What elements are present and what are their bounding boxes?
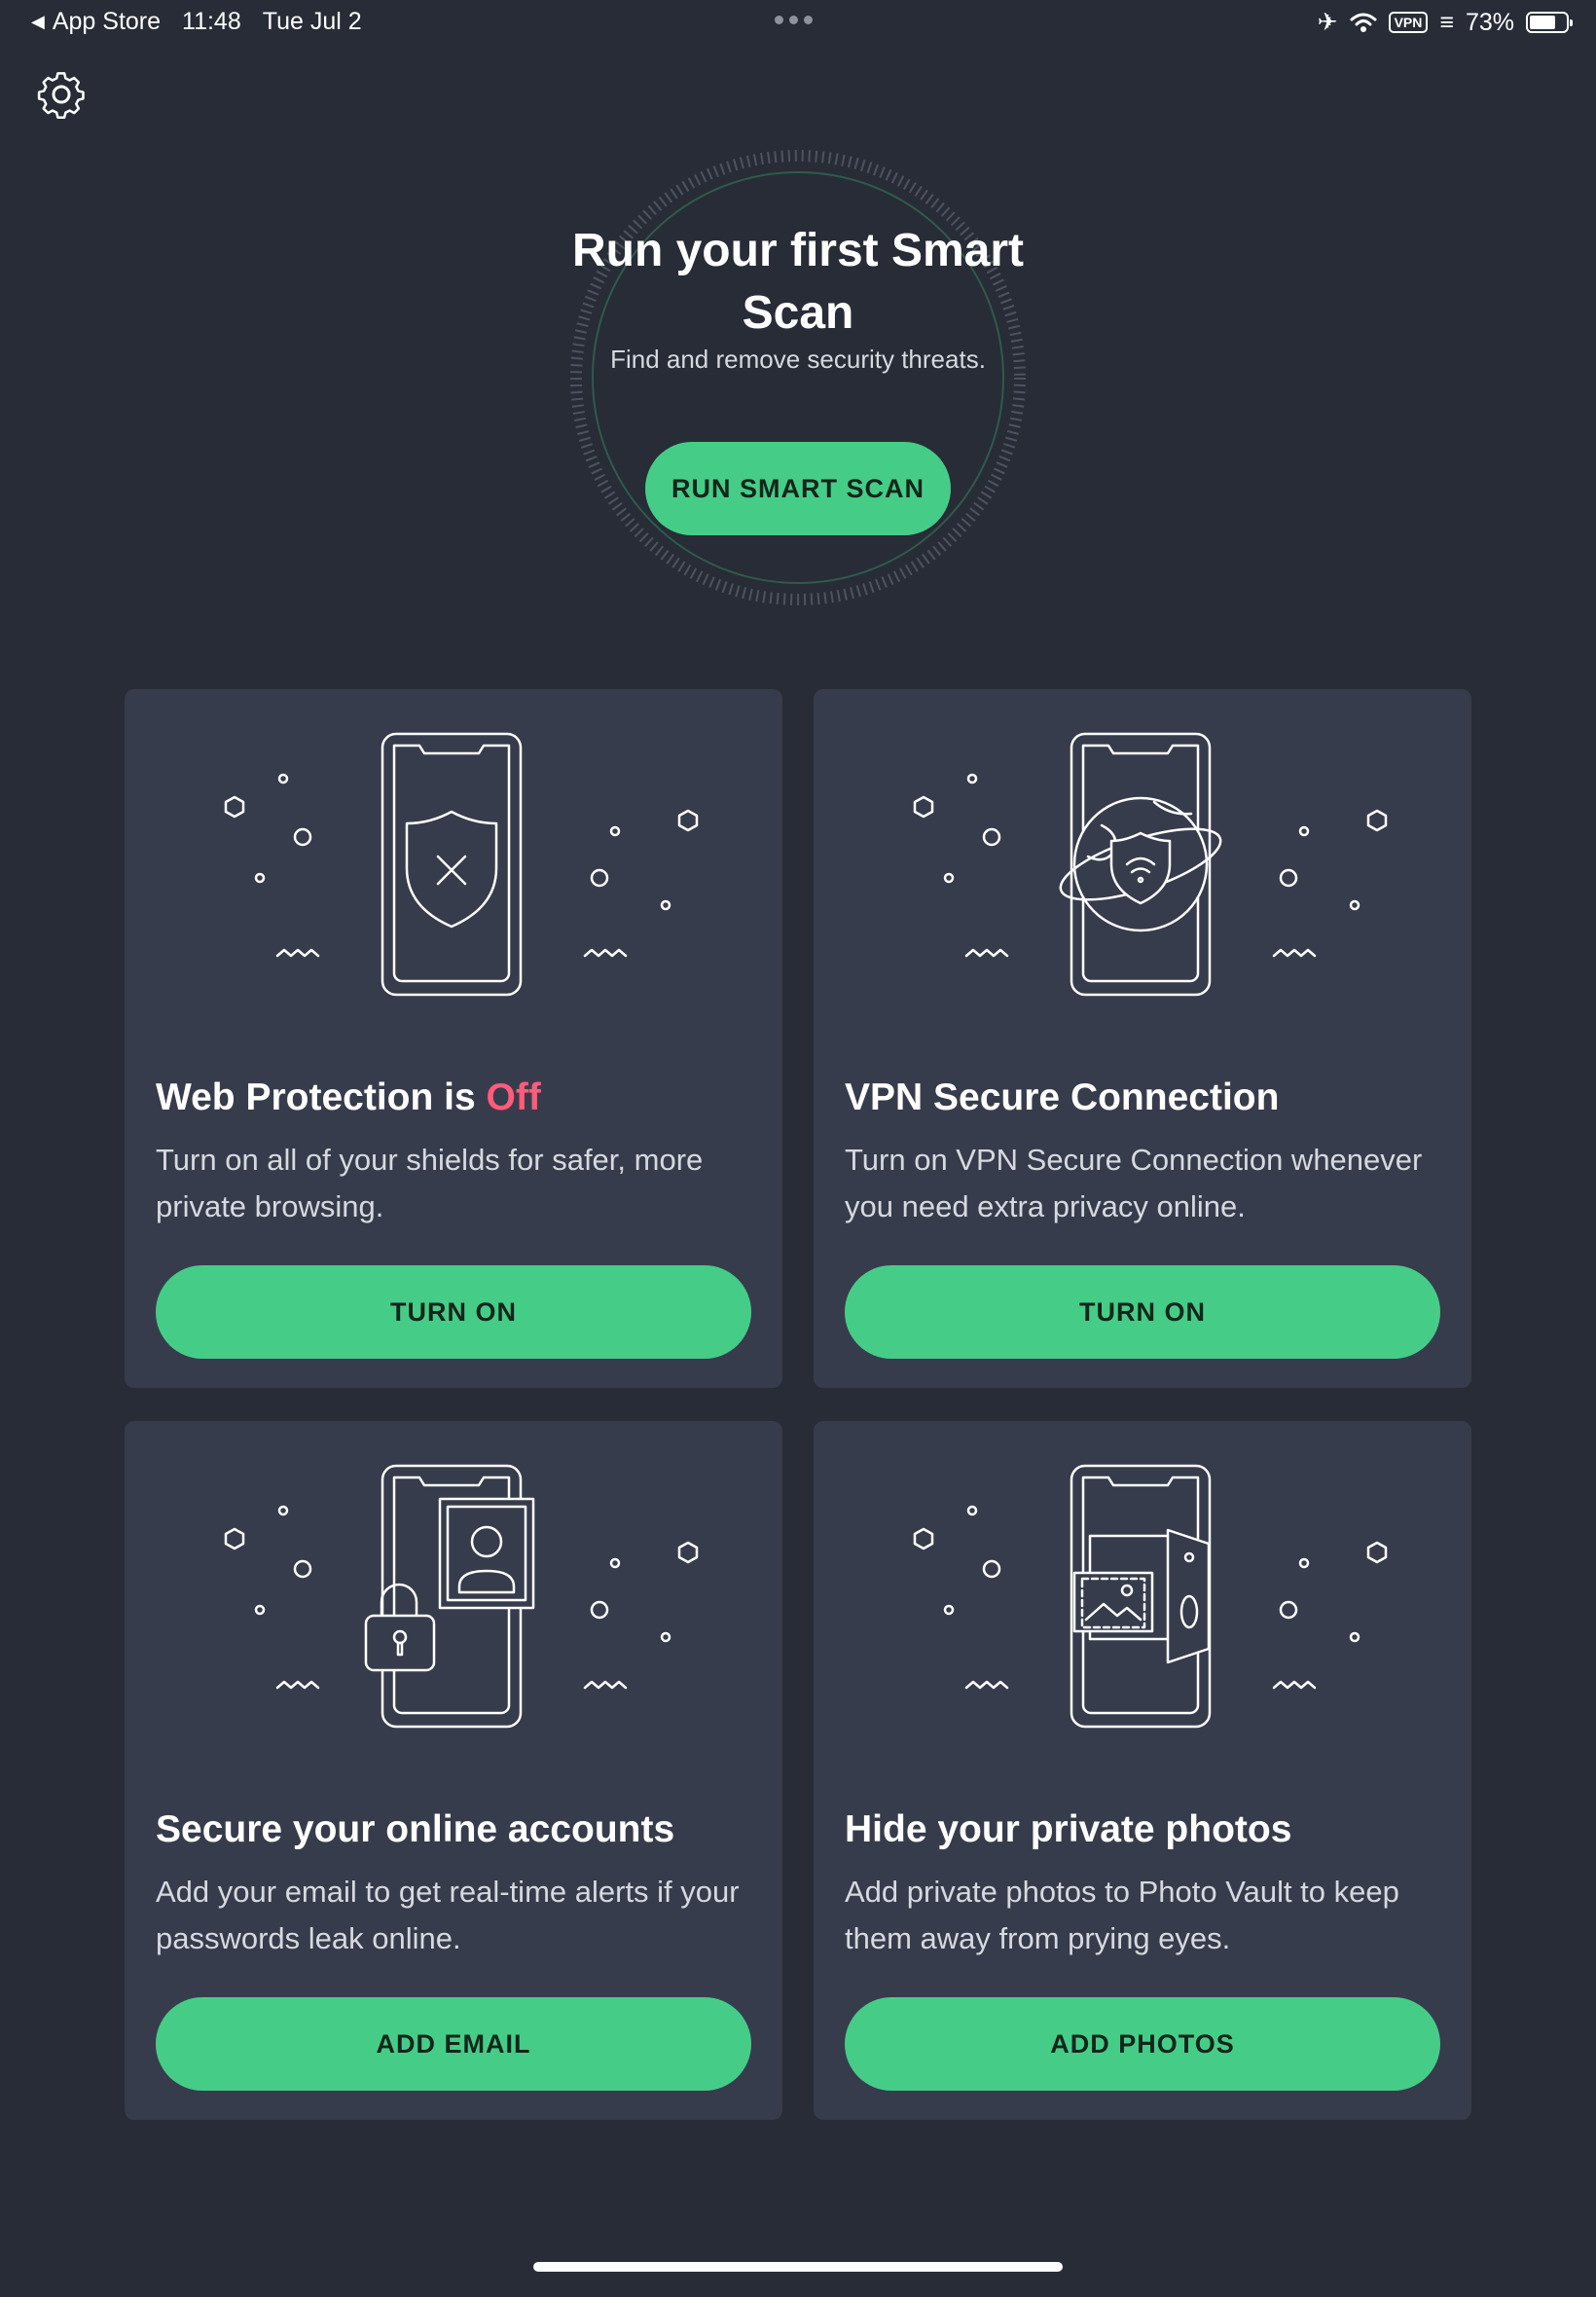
vpn-badge: VPN (1388, 12, 1429, 33)
add-photos-button[interactable]: ADD PHOTOS (845, 1997, 1440, 2091)
vpn-card: VPN Secure Connection Turn on VPN Secure… (814, 689, 1471, 1388)
airplane-icon: ✈ (1317, 9, 1338, 36)
status-time: 11:48 (182, 8, 241, 35)
card-title: VPN Secure Connection (845, 1076, 1280, 1118)
globe-shield-icon (913, 732, 1388, 997)
web-protection-card: Web Protection is Off Turn on all of you… (125, 689, 782, 1388)
gear-icon (37, 72, 85, 119)
multitasking-dots-icon[interactable] (775, 16, 813, 24)
card-title-text: Web Protection is (156, 1076, 487, 1118)
smart-scan-hero: Run your first Smart Scan Find and remov… (564, 144, 1032, 611)
settings-button[interactable] (37, 70, 86, 119)
add-email-button[interactable]: ADD EMAIL (156, 1997, 751, 2091)
status-indicators: ✈ VPN ≡ 73% (1317, 8, 1573, 37)
back-to-app-store[interactable]: ◀ App Store 11:48 Tue Jul 2 (31, 8, 362, 36)
back-app-label: App Store (52, 8, 162, 35)
account-lock-icon (224, 1464, 699, 1729)
hero-title: Run your first Smart Scan (571, 225, 1025, 339)
card-description: Turn on all of your shields for safer, m… (156, 1143, 704, 1223)
turn-on-web-protection-button[interactable]: TURN ON (156, 1265, 751, 1359)
back-arrow-icon: ◀ (31, 12, 45, 31)
web-protection-status: Off (486, 1076, 541, 1118)
card-description: Add private photos to Photo Vault to kee… (845, 1875, 1399, 1955)
status-bar: ◀ App Store 11:48 Tue Jul 2 ✈ VPN ≡ 73% (0, 0, 1596, 47)
card-title: Hide your private photos (845, 1808, 1292, 1850)
battery-icon (1526, 12, 1573, 33)
home-indicator[interactable] (533, 2262, 1063, 2272)
wifi-icon (1350, 13, 1377, 32)
card-title: Web Protection is Off (156, 1076, 541, 1119)
shield-x-icon (224, 732, 699, 997)
list-icon: ≡ (1439, 8, 1454, 36)
battery-percent: 73% (1465, 8, 1514, 36)
scan-ring-icon (570, 150, 1026, 605)
photo-vault-card: Hide your private photos Add private pho… (814, 1421, 1471, 2120)
photo-vault-icon (913, 1464, 1388, 1729)
secure-accounts-card: Secure your online accounts Add your ema… (125, 1421, 782, 2120)
card-description: Add your email to get real-time alerts i… (156, 1875, 740, 1955)
status-date: Tue Jul 2 (262, 8, 362, 35)
card-description: Turn on VPN Secure Connection whenever y… (845, 1143, 1423, 1223)
run-smart-scan-button[interactable]: RUN SMART SCAN (645, 442, 951, 535)
turn-on-vpn-button[interactable]: TURN ON (845, 1265, 1440, 1359)
hero-subtitle: Find and remove security threats. (610, 345, 986, 374)
card-title: Secure your online accounts (156, 1808, 675, 1850)
